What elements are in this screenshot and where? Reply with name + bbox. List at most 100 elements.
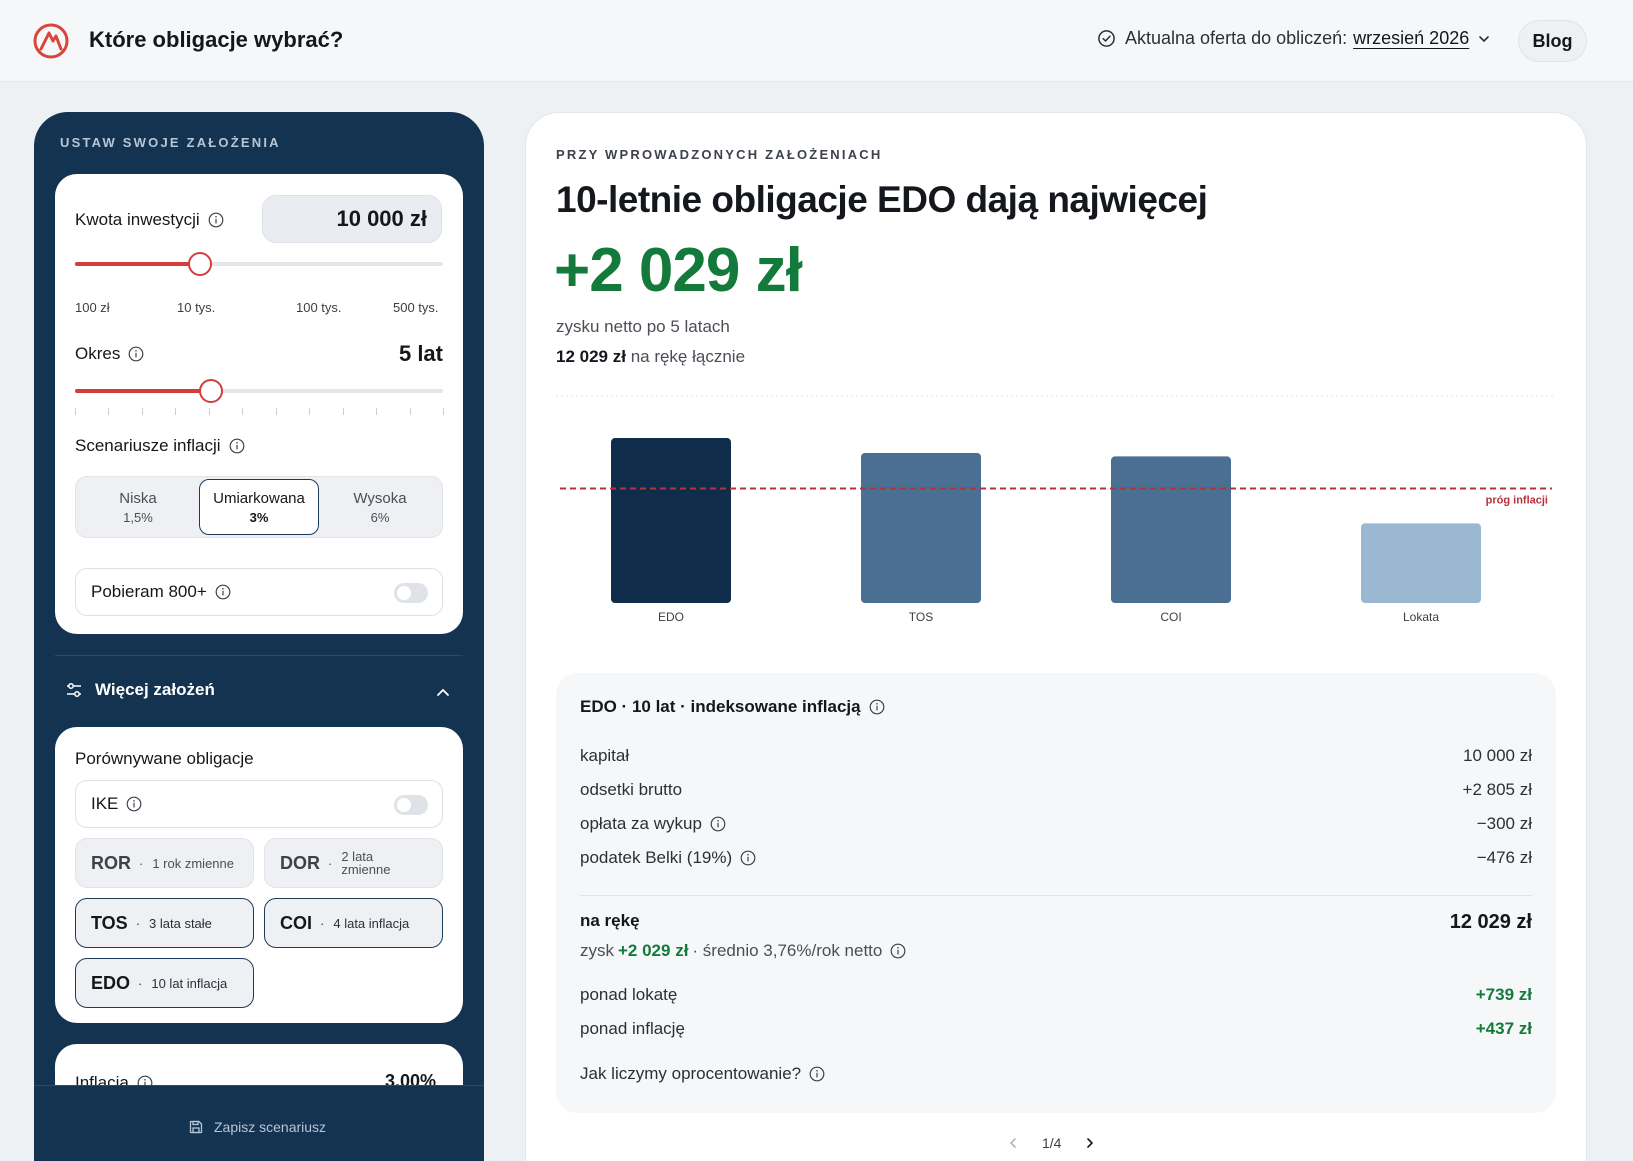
scenario-moderate-value: 3% xyxy=(249,509,269,525)
chevron-up-icon[interactable] xyxy=(435,685,451,701)
results-panel: PRZY WPROWADZONYCH ZAŁOŻENIACH 10-letnie… xyxy=(525,112,1587,1161)
more-assumptions-label: Więcej założeń xyxy=(95,680,215,699)
bar-lokata[interactable] xyxy=(1361,523,1481,603)
panel-divider xyxy=(55,655,463,656)
bond-coi-button[interactable]: COI · 4 lata inflacja xyxy=(264,898,443,948)
scenario-moderate[interactable]: Umiarkowana 3% xyxy=(199,479,319,535)
app-logo-icon[interactable] xyxy=(32,22,70,60)
profit-value: +2 029 zł xyxy=(618,941,689,960)
how-we-calculate-text[interactable]: Jak liczymy oprocentowanie? xyxy=(580,1064,801,1084)
bond-ror-button[interactable]: ROR · 1 rok zmienne xyxy=(75,838,254,888)
info-icon[interactable] xyxy=(126,796,142,812)
chevron-right-icon[interactable] xyxy=(1083,1136,1097,1150)
bond-dor-desc: 2 lata zmienne xyxy=(341,850,390,876)
bond-tos-code: TOS xyxy=(91,912,128,933)
period-tick xyxy=(276,408,277,415)
ike-label-text: IKE xyxy=(91,794,119,813)
bond-dor-code: DOR xyxy=(280,852,320,873)
inflation-threshold-label: próg inflacji xyxy=(1486,494,1548,506)
detail-header: EDO · 10 lat · indeksowane inflacją xyxy=(580,697,885,717)
pager-label: 1/4 xyxy=(1042,1135,1062,1151)
info-icon[interactable] xyxy=(809,1066,825,1082)
period-tick xyxy=(443,408,444,415)
total-payout-caption: na rękę łącznie xyxy=(630,347,746,366)
detail-key: kapitał xyxy=(580,746,630,765)
period-tick xyxy=(242,408,243,415)
ike-toggle[interactable] xyxy=(394,795,428,815)
bond-ror-code: ROR xyxy=(91,852,131,873)
detail-key: ponad lokatę xyxy=(580,985,678,1004)
detail-key-text: podatek Belki (19%) xyxy=(580,848,733,867)
bar-tos[interactable] xyxy=(861,452,981,603)
inflation-scenario-label-text: Scenariusze inflacji xyxy=(75,436,221,455)
info-icon[interactable] xyxy=(229,438,245,454)
detail-key: podatek Belki (19%) xyxy=(580,848,756,868)
detail-value: +437 zł xyxy=(1475,1019,1532,1038)
scenario-high[interactable]: Wysoka 6% xyxy=(320,479,440,535)
check-circle-icon xyxy=(1098,30,1115,47)
bar-label-tos: TOS xyxy=(909,610,933,624)
more-assumptions-toggle[interactable]: Więcej założeń xyxy=(65,680,215,700)
info-icon[interactable] xyxy=(215,584,231,600)
amount-slider[interactable] xyxy=(75,252,443,276)
bar-edo[interactable] xyxy=(611,438,731,603)
period-label-text: Okres xyxy=(75,344,121,363)
amount-tick-1: 10 tys. xyxy=(177,300,216,315)
period-tick xyxy=(209,408,210,415)
bond-dor-button[interactable]: DOR · 2 lata zmienne xyxy=(264,838,443,888)
benefit-800-toggle[interactable] xyxy=(394,583,428,603)
bond-edo-button[interactable]: EDO · 10 lat inflacja xyxy=(75,958,254,1008)
period-tickmarks xyxy=(75,408,444,416)
total-payout-amount: 12 029 zł xyxy=(556,347,626,366)
bonds-bar-chart: EDO TOS COI Lokata próg inflacji xyxy=(556,395,1556,624)
period-tick xyxy=(376,408,377,415)
period-slider[interactable] xyxy=(75,379,443,403)
scenario-high-value: 6% xyxy=(370,509,390,525)
period-slider-thumb[interactable] xyxy=(199,379,223,403)
detail-value: +2 805 zł xyxy=(1462,780,1532,799)
offer-selector[interactable]: Aktualna oferta do obliczeń: wrzesień 20… xyxy=(1097,28,1491,49)
profit-prefix: zysk xyxy=(580,941,614,960)
info-icon[interactable] xyxy=(710,816,726,832)
detail-header-text: EDO · 10 lat · indeksowane inflacją xyxy=(580,697,861,716)
period-tick xyxy=(410,408,411,415)
chevron-down-icon[interactable] xyxy=(1477,32,1491,46)
net-key: na rękę xyxy=(580,911,640,930)
period-tick xyxy=(309,408,310,415)
bar-label-coi: COI xyxy=(1160,610,1181,624)
results-headline: 10-letnie obligacje EDO dają najwięcej xyxy=(556,179,1208,220)
save-scenario-label: Zapisz scenariusz xyxy=(214,1119,327,1135)
info-icon[interactable] xyxy=(208,212,224,228)
basic-assumptions-card: Kwota inwestycji 10 000 zł 100 zł 10 tys… xyxy=(55,174,463,634)
amount-slider-thumb[interactable] xyxy=(188,252,212,276)
info-icon[interactable] xyxy=(890,943,906,959)
total-payout: 12 029 zł na rękę łącznie xyxy=(556,347,745,367)
scenario-low[interactable]: Niska 1,5% xyxy=(78,479,198,535)
amount-label: Kwota inwestycji xyxy=(75,210,224,230)
amount-input[interactable]: 10 000 zł xyxy=(262,195,442,243)
bar-label-lokata: Lokata xyxy=(1403,610,1439,624)
benefit-800-label: Pobieram 800+ xyxy=(91,582,231,602)
bar-label-edo: EDO xyxy=(658,610,684,624)
bond-coi-desc: 4 lata inflacja xyxy=(333,915,410,931)
bond-edo-code: EDO xyxy=(91,972,131,993)
info-icon[interactable] xyxy=(740,850,756,866)
blog-button[interactable]: Blog xyxy=(1518,20,1587,62)
net-profit-caption: zysku netto po 5 latach xyxy=(556,317,730,336)
sliders-icon xyxy=(67,683,81,697)
offer-month[interactable]: wrzesień 2026 xyxy=(1353,28,1469,49)
bond-tos-button[interactable]: TOS · 3 lata stałe xyxy=(75,898,254,948)
save-scenario-button[interactable]: Zapisz scenariusz xyxy=(188,1119,326,1135)
info-icon[interactable] xyxy=(869,699,885,715)
detail-key: ponad inflację xyxy=(580,1019,685,1038)
bar-coi[interactable] xyxy=(1111,456,1231,603)
detail-key: Jak liczymy oprocentowanie? xyxy=(580,1064,825,1084)
detail-key: opłata za wykup xyxy=(580,814,726,834)
chevron-left-icon[interactable] xyxy=(1006,1136,1020,1150)
period-slider-fill xyxy=(75,389,211,393)
info-icon[interactable] xyxy=(128,346,144,362)
period-label: Okres xyxy=(75,344,144,364)
assumptions-title: USTAW SWOJE ZAŁOŻENIA xyxy=(60,135,281,150)
scenario-low-value: 1,5% xyxy=(123,509,153,525)
bond-ror-desc: 1 rok zmienne xyxy=(152,855,234,871)
